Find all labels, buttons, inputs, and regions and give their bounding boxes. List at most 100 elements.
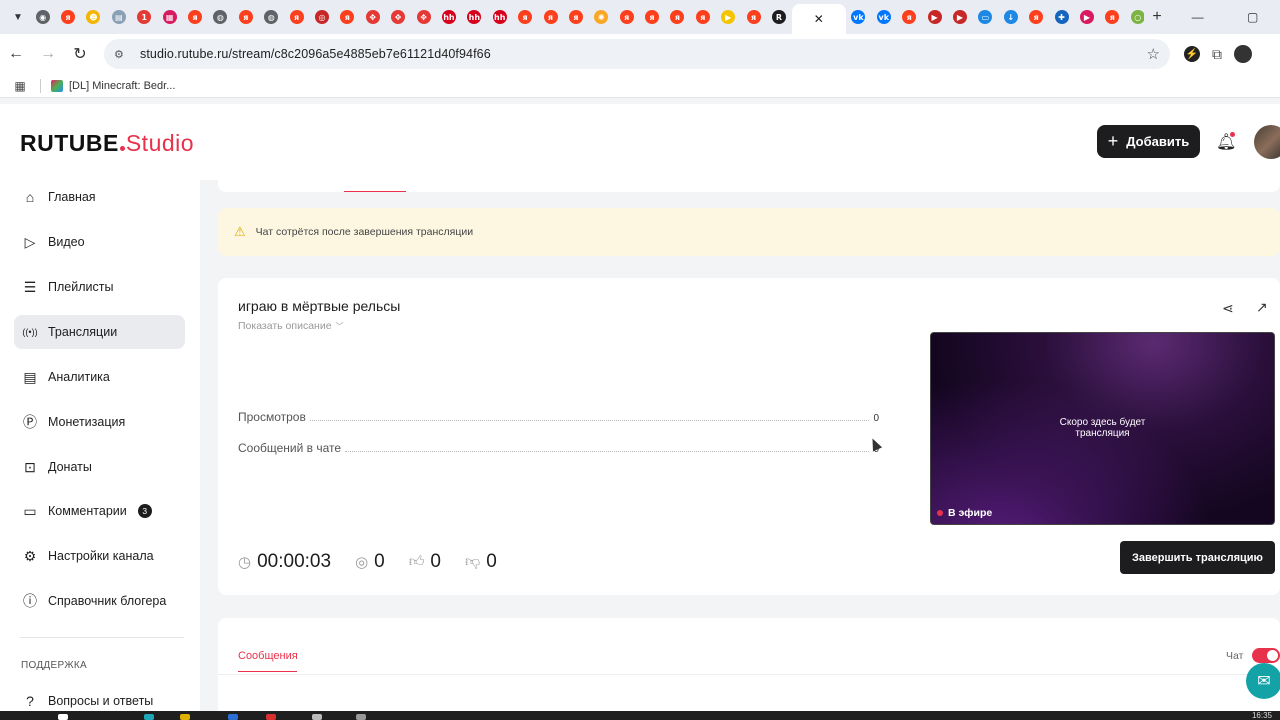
- browser-tab[interactable]: я: [55, 0, 80, 34]
- sidebar-item-donate[interactable]: ⊡ Донаты: [14, 450, 185, 484]
- sidebar-item-playlist[interactable]: ☰ Плейлисты: [14, 270, 185, 304]
- browser-tab[interactable]: ▦: [157, 0, 182, 34]
- globe-icon: ◍: [264, 10, 279, 24]
- sidebar-item-home[interactable]: ⌂ Главная: [14, 180, 185, 214]
- browser-tab[interactable]: ↓: [998, 0, 1023, 34]
- sidebar-item-video[interactable]: ▷ Видео: [14, 225, 185, 259]
- live-badge: В эфире: [937, 507, 992, 519]
- profile-icon[interactable]: [1234, 45, 1252, 63]
- browser-tab[interactable]: ✚: [1049, 0, 1074, 34]
- browser-tab[interactable]: я: [182, 0, 207, 34]
- taskbar-app-icon[interactable]: [356, 714, 366, 720]
- browser-tab[interactable]: ☻: [81, 0, 106, 34]
- sidebar-item-broadcast[interactable]: ((•)) Трансляции: [14, 315, 185, 349]
- browser-tab[interactable]: я: [512, 0, 537, 34]
- browser-tab[interactable]: ○: [1125, 0, 1144, 34]
- maximize-icon[interactable]: ▢: [1247, 10, 1258, 24]
- taskbar-start-icon[interactable]: [58, 714, 68, 720]
- taskbar-app-icon[interactable]: [312, 714, 322, 720]
- external-link-icon[interactable]: ↗: [1256, 299, 1268, 316]
- apps-grid-icon[interactable]: ▦: [0, 79, 40, 93]
- browser-tab[interactable]: ✥: [360, 0, 385, 34]
- browser-tab[interactable]: я: [284, 0, 309, 34]
- browser-tab[interactable]: я: [614, 0, 639, 34]
- hh-icon: hh: [467, 10, 482, 24]
- browser-tab[interactable]: ▭: [973, 0, 998, 34]
- lightning-extension-icon[interactable]: ⚡: [1184, 46, 1200, 62]
- sidebar-item-label: Настройки канала: [48, 549, 154, 563]
- browser-tab[interactable]: я: [1100, 0, 1125, 34]
- browser-tab[interactable]: ▶: [947, 0, 972, 34]
- notice-text: Чат сотрётся после завершения трансляции: [255, 226, 474, 238]
- arrows-icon: ✥: [365, 10, 380, 24]
- bookmark-item[interactable]: [DL] Minecraft: Bedr...: [51, 79, 175, 92]
- forward-icon[interactable]: →: [32, 38, 64, 70]
- browser-tab[interactable]: R: [766, 0, 791, 34]
- rutube-studio-logo[interactable]: RUTUBE Studio: [20, 130, 194, 163]
- taskbar-app-icon[interactable]: [228, 714, 238, 720]
- browser-tab[interactable]: 1: [132, 0, 157, 34]
- browser-tab[interactable]: я: [897, 0, 922, 34]
- stream-card: играю в мёртвые рельсы Показать описание…: [218, 278, 1280, 595]
- browser-tab[interactable]: ◎: [309, 0, 334, 34]
- chat-toggle[interactable]: [1252, 648, 1280, 663]
- minimize-icon[interactable]: —: [1192, 10, 1204, 24]
- close-tab-icon[interactable]: ✕: [814, 12, 824, 26]
- browser-tab[interactable]: я: [1023, 0, 1048, 34]
- stream-preview-player[interactable]: Скоро здесь будет трансляция В эфире: [930, 332, 1275, 525]
- sidebar-item-label: Плейлисты: [48, 280, 114, 294]
- add-button[interactable]: + Добавить: [1097, 125, 1200, 158]
- browser-tab[interactable]: я: [233, 0, 258, 34]
- end-stream-button[interactable]: Завершить трансляцию: [1120, 541, 1275, 574]
- browser-tab[interactable]: ◉: [30, 0, 55, 34]
- share-icon[interactable]: ⋖: [1222, 300, 1234, 317]
- stat-leader-dots: [345, 451, 870, 452]
- browser-tab[interactable]: ▶: [922, 0, 947, 34]
- sidebar-item-settings[interactable]: ⚙ Настройки канала: [14, 539, 185, 573]
- url-text[interactable]: studio.rutube.ru/stream/c8c2096a5e4885eb…: [140, 47, 1147, 61]
- support-chat-icon[interactable]: ✉: [1246, 663, 1280, 699]
- browser-tab[interactable]: ✺: [589, 0, 614, 34]
- player-text-line2: трансляция: [1075, 428, 1130, 439]
- browser-tab[interactable]: hh: [462, 0, 487, 34]
- sidebar-item-info[interactable]: ⓘ Справочник блогера: [14, 584, 185, 618]
- yandex-icon: я: [61, 10, 76, 24]
- site-info-icon[interactable]: ⚙: [114, 48, 134, 61]
- browser-tab[interactable]: ✥: [411, 0, 436, 34]
- sidebar-item-comments[interactable]: ▭ Комментарии 3: [14, 494, 185, 528]
- new-tab-icon[interactable]: +: [1144, 8, 1170, 26]
- omnibox[interactable]: ⚙ studio.rutube.ru/stream/c8c2096a5e4885…: [104, 39, 1170, 69]
- browser-tab[interactable]: ▤: [106, 0, 131, 34]
- show-description-link[interactable]: Показать описание ﹀: [238, 320, 344, 332]
- browser-tab[interactable]: я: [563, 0, 588, 34]
- browser-tab[interactable]: ◍: [208, 0, 233, 34]
- browser-tab[interactable]: я: [335, 0, 360, 34]
- taskbar-app-icon[interactable]: [266, 714, 276, 720]
- browser-tab[interactable]: ✥: [385, 0, 410, 34]
- sidebar-item-analytics[interactable]: ▤ Аналитика: [14, 360, 185, 394]
- browser-tab[interactable]: hh: [436, 0, 461, 34]
- extensions-puzzle-icon[interactable]: ⧉: [1212, 46, 1222, 63]
- browser-tab[interactable]: vk: [846, 0, 871, 34]
- browser-tab[interactable]: ▶: [1074, 0, 1099, 34]
- browser-tab[interactable]: я: [665, 0, 690, 34]
- back-icon[interactable]: ←: [0, 38, 32, 70]
- browser-tab[interactable]: я: [639, 0, 664, 34]
- tab-messages[interactable]: Сообщения: [238, 650, 298, 662]
- browser-tab[interactable]: vk: [871, 0, 896, 34]
- browser-tab[interactable]: ▶: [716, 0, 741, 34]
- viewers-value: 0: [374, 551, 385, 572]
- taskbar-app-icon[interactable]: [180, 714, 190, 720]
- browser-tab-active[interactable]: ✕: [791, 4, 846, 34]
- browser-tab[interactable]: я: [538, 0, 563, 34]
- browser-tab[interactable]: я: [690, 0, 715, 34]
- reload-icon[interactable]: ↻: [64, 38, 96, 70]
- browser-tab[interactable]: я: [741, 0, 766, 34]
- browser-tab[interactable]: ◍: [259, 0, 284, 34]
- taskbar-app-icon[interactable]: [144, 714, 154, 720]
- tab-search-icon[interactable]: ▼: [6, 5, 30, 29]
- browser-tab[interactable]: hh: [487, 0, 512, 34]
- sidebar-item-monetization[interactable]: Ⓟ Монетизация: [14, 405, 185, 439]
- bookmark-star-icon[interactable]: ☆: [1147, 45, 1160, 63]
- avatar[interactable]: [1254, 125, 1280, 159]
